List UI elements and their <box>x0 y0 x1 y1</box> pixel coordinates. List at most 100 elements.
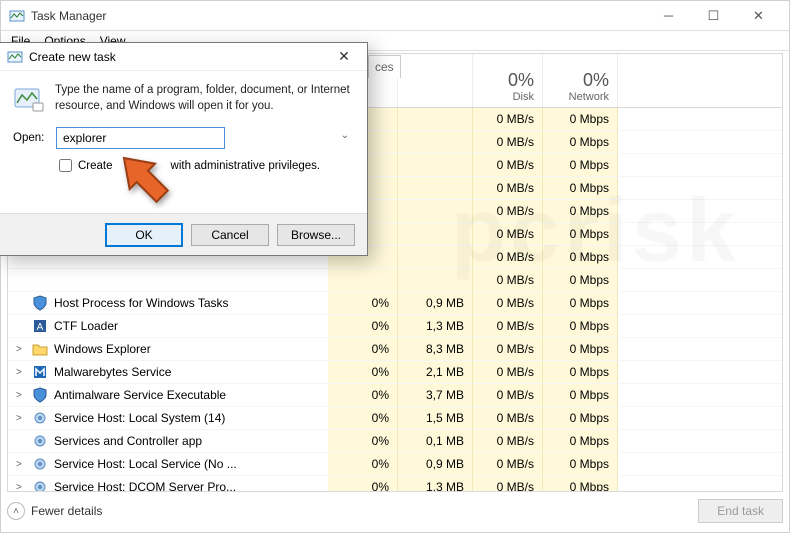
fewer-details-button[interactable]: ˄ Fewer details <box>7 502 102 520</box>
close-button[interactable]: ✕ <box>736 2 781 30</box>
expand-icon[interactable]: > <box>16 367 26 378</box>
disk-cell: 0 MB/s <box>473 269 543 291</box>
memory-cell <box>398 108 473 130</box>
process-icon <box>32 410 48 426</box>
dialog-title: Create new task <box>29 50 329 64</box>
memory-cell <box>398 246 473 268</box>
process-icon <box>32 272 48 288</box>
dropdown-icon[interactable]: ⌄ <box>341 130 349 141</box>
disk-cell: 0 MB/s <box>473 361 543 383</box>
expand-icon[interactable]: > <box>16 413 26 424</box>
maximize-button[interactable]: ☐ <box>691 2 736 30</box>
memory-cell <box>398 269 473 291</box>
disk-cell: 0 MB/s <box>473 453 543 475</box>
expand-icon[interactable]: > <box>16 344 26 355</box>
network-cell: 0 Mbps <box>543 223 618 245</box>
disk-cell: 0 MB/s <box>473 430 543 452</box>
cpu-cell: 0% <box>328 361 398 383</box>
disk-cell: 0 MB/s <box>473 384 543 406</box>
table-row[interactable]: Host Process for Windows Tasks0%0,9 MB0 … <box>8 292 782 315</box>
network-cell: 0 Mbps <box>543 200 618 222</box>
cpu-cell: 0% <box>328 315 398 337</box>
memory-cell <box>398 154 473 176</box>
memory-cell: 1,3 MB <box>398 476 473 491</box>
network-cell: 0 Mbps <box>543 476 618 491</box>
network-cell: 0 Mbps <box>543 338 618 360</box>
process-icon <box>32 364 48 380</box>
disk-cell: 0 MB/s <box>473 246 543 268</box>
network-cell: 0 Mbps <box>543 453 618 475</box>
network-cell: 0 Mbps <box>543 131 618 153</box>
process-name: Antimalware Service Executable <box>54 388 226 402</box>
disk-cell: 0 MB/s <box>473 338 543 360</box>
col-disk[interactable]: 0% Disk <box>473 54 543 107</box>
footer: ˄ Fewer details End task <box>7 496 783 526</box>
expand-icon[interactable]: > <box>16 459 26 470</box>
memory-cell <box>398 131 473 153</box>
disk-cell: 0 MB/s <box>473 292 543 314</box>
expand-icon[interactable]: > <box>16 482 26 492</box>
network-cell: 0 Mbps <box>543 108 618 130</box>
expand-icon[interactable]: > <box>16 390 26 401</box>
process-name: CTF Loader <box>54 319 118 333</box>
admin-checkbox[interactable] <box>59 159 72 172</box>
cpu-cell: 0% <box>328 338 398 360</box>
cpu-cell: 0% <box>328 430 398 452</box>
browse-button[interactable]: Browse... <box>277 224 355 246</box>
memory-cell: 8,3 MB <box>398 338 473 360</box>
memory-cell: 3,7 MB <box>398 384 473 406</box>
memory-cell: 0,1 MB <box>398 430 473 452</box>
disk-cell: 0 MB/s <box>473 476 543 491</box>
ok-button[interactable]: OK <box>105 223 183 247</box>
network-cell: 0 Mbps <box>543 246 618 268</box>
cpu-cell: 0% <box>328 453 398 475</box>
process-icon <box>32 456 48 472</box>
memory-cell: 1,3 MB <box>398 315 473 337</box>
table-row[interactable]: >Service Host: Local System (14)0%1,5 MB… <box>8 407 782 430</box>
titlebar[interactable]: Task Manager ─ ☐ ✕ <box>1 1 789 31</box>
fewer-details-label: Fewer details <box>31 504 102 518</box>
dialog-close-button[interactable]: ✕ <box>329 44 359 70</box>
cpu-cell: 0% <box>328 384 398 406</box>
network-cell: 0 Mbps <box>543 269 618 291</box>
process-name: Services and Controller app <box>54 434 202 448</box>
table-row[interactable]: >Service Host: Local Service (No ...0%0,… <box>8 453 782 476</box>
table-row[interactable]: >Malwarebytes Service0%2,1 MB0 MB/s0 Mbp… <box>8 361 782 384</box>
process-icon <box>32 387 48 403</box>
col-memory[interactable] <box>398 54 473 107</box>
memory-cell <box>398 177 473 199</box>
memory-cell: 0,9 MB <box>398 292 473 314</box>
run-icon <box>7 49 23 65</box>
cpu-cell: 0% <box>328 476 398 491</box>
open-label: Open: <box>13 132 48 144</box>
table-row[interactable]: >Windows Explorer0%8,3 MB0 MB/s0 Mbps <box>8 338 782 361</box>
network-cell: 0 Mbps <box>543 292 618 314</box>
disk-cell: 0 MB/s <box>473 108 543 130</box>
process-icon <box>32 341 48 357</box>
network-cell: 0 Mbps <box>543 315 618 337</box>
process-name: Service Host: Local System (14) <box>54 411 225 425</box>
col-network[interactable]: 0% Network <box>543 54 618 107</box>
process-icon <box>32 479 48 491</box>
disk-cell: 0 MB/s <box>473 154 543 176</box>
memory-cell <box>398 223 473 245</box>
disk-cell: 0 MB/s <box>473 315 543 337</box>
minimize-button[interactable]: ─ <box>646 2 691 30</box>
table-row[interactable]: 0 MB/s0 Mbps <box>8 269 782 292</box>
cancel-button[interactable]: Cancel <box>191 224 269 246</box>
network-cell: 0 Mbps <box>543 384 618 406</box>
end-task-button[interactable]: End task <box>698 499 783 523</box>
svg-text:A: A <box>37 322 44 333</box>
table-row[interactable]: A CTF Loader 0%1,3 MB0 MB/s0 Mbps <box>8 315 782 338</box>
process-icon <box>32 295 48 311</box>
dialog-message: Type the name of a program, folder, docu… <box>55 83 353 115</box>
table-row[interactable]: >Antimalware Service Executable0%3,7 MB0… <box>8 384 782 407</box>
network-cell: 0 Mbps <box>543 154 618 176</box>
process-name: Service Host: DCOM Server Pro... <box>54 480 236 491</box>
table-row[interactable]: > Service Host: DCOM Server Pro... 0%1,3 M… <box>8 476 782 491</box>
tab-fragment[interactable]: ces <box>368 55 401 78</box>
process-name: Malwarebytes Service <box>54 365 171 379</box>
open-input[interactable] <box>56 127 225 149</box>
dialog-titlebar[interactable]: Create new task ✕ <box>0 43 367 71</box>
table-row[interactable]: Services and Controller app 0%0,1 MB0 MB/… <box>8 430 782 453</box>
